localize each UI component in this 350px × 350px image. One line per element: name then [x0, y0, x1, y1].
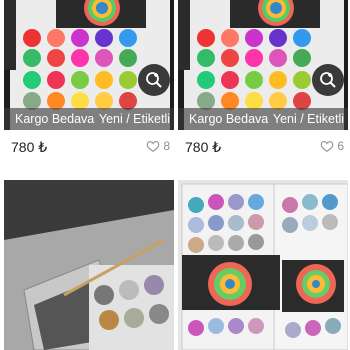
shipping-badge: Kargo Bedava — [15, 112, 95, 126]
like-button[interactable]: 8 — [146, 139, 170, 153]
paint-set-photo — [4, 180, 174, 350]
zoom-button[interactable] — [312, 64, 344, 96]
price: 780 ₺ — [11, 139, 48, 155]
condition-badge: Yeni / Etiketli — [98, 112, 170, 126]
price: 780 ₺ — [185, 139, 222, 155]
heart-outline-icon — [147, 141, 160, 152]
badge-ribbon: Kargo Bedava Yeni / Etiketli — [4, 108, 174, 130]
product-image[interactable] — [4, 180, 174, 350]
zoom-button[interactable] — [138, 64, 170, 96]
badge-ribbon: Kargo Bedava Yeni / Etiketli — [178, 108, 348, 130]
heart-outline-icon — [321, 141, 334, 152]
magnify-plus-icon — [320, 72, 336, 88]
product-image[interactable] — [178, 180, 348, 350]
shipping-badge: Kargo Bedava — [189, 112, 269, 126]
like-count: 8 — [163, 139, 170, 153]
magnify-plus-icon — [146, 72, 162, 88]
like-button[interactable]: 6 — [320, 139, 344, 153]
condition-badge: Yeni / Etiketli — [272, 112, 344, 126]
like-count: 6 — [337, 139, 344, 153]
product-image[interactable]: Kargo Bedava Yeni / Etiketli — [4, 0, 174, 130]
product-image[interactable]: Kargo Bedava Yeni / Etiketli — [178, 0, 348, 130]
paint-set-photo — [178, 180, 348, 350]
